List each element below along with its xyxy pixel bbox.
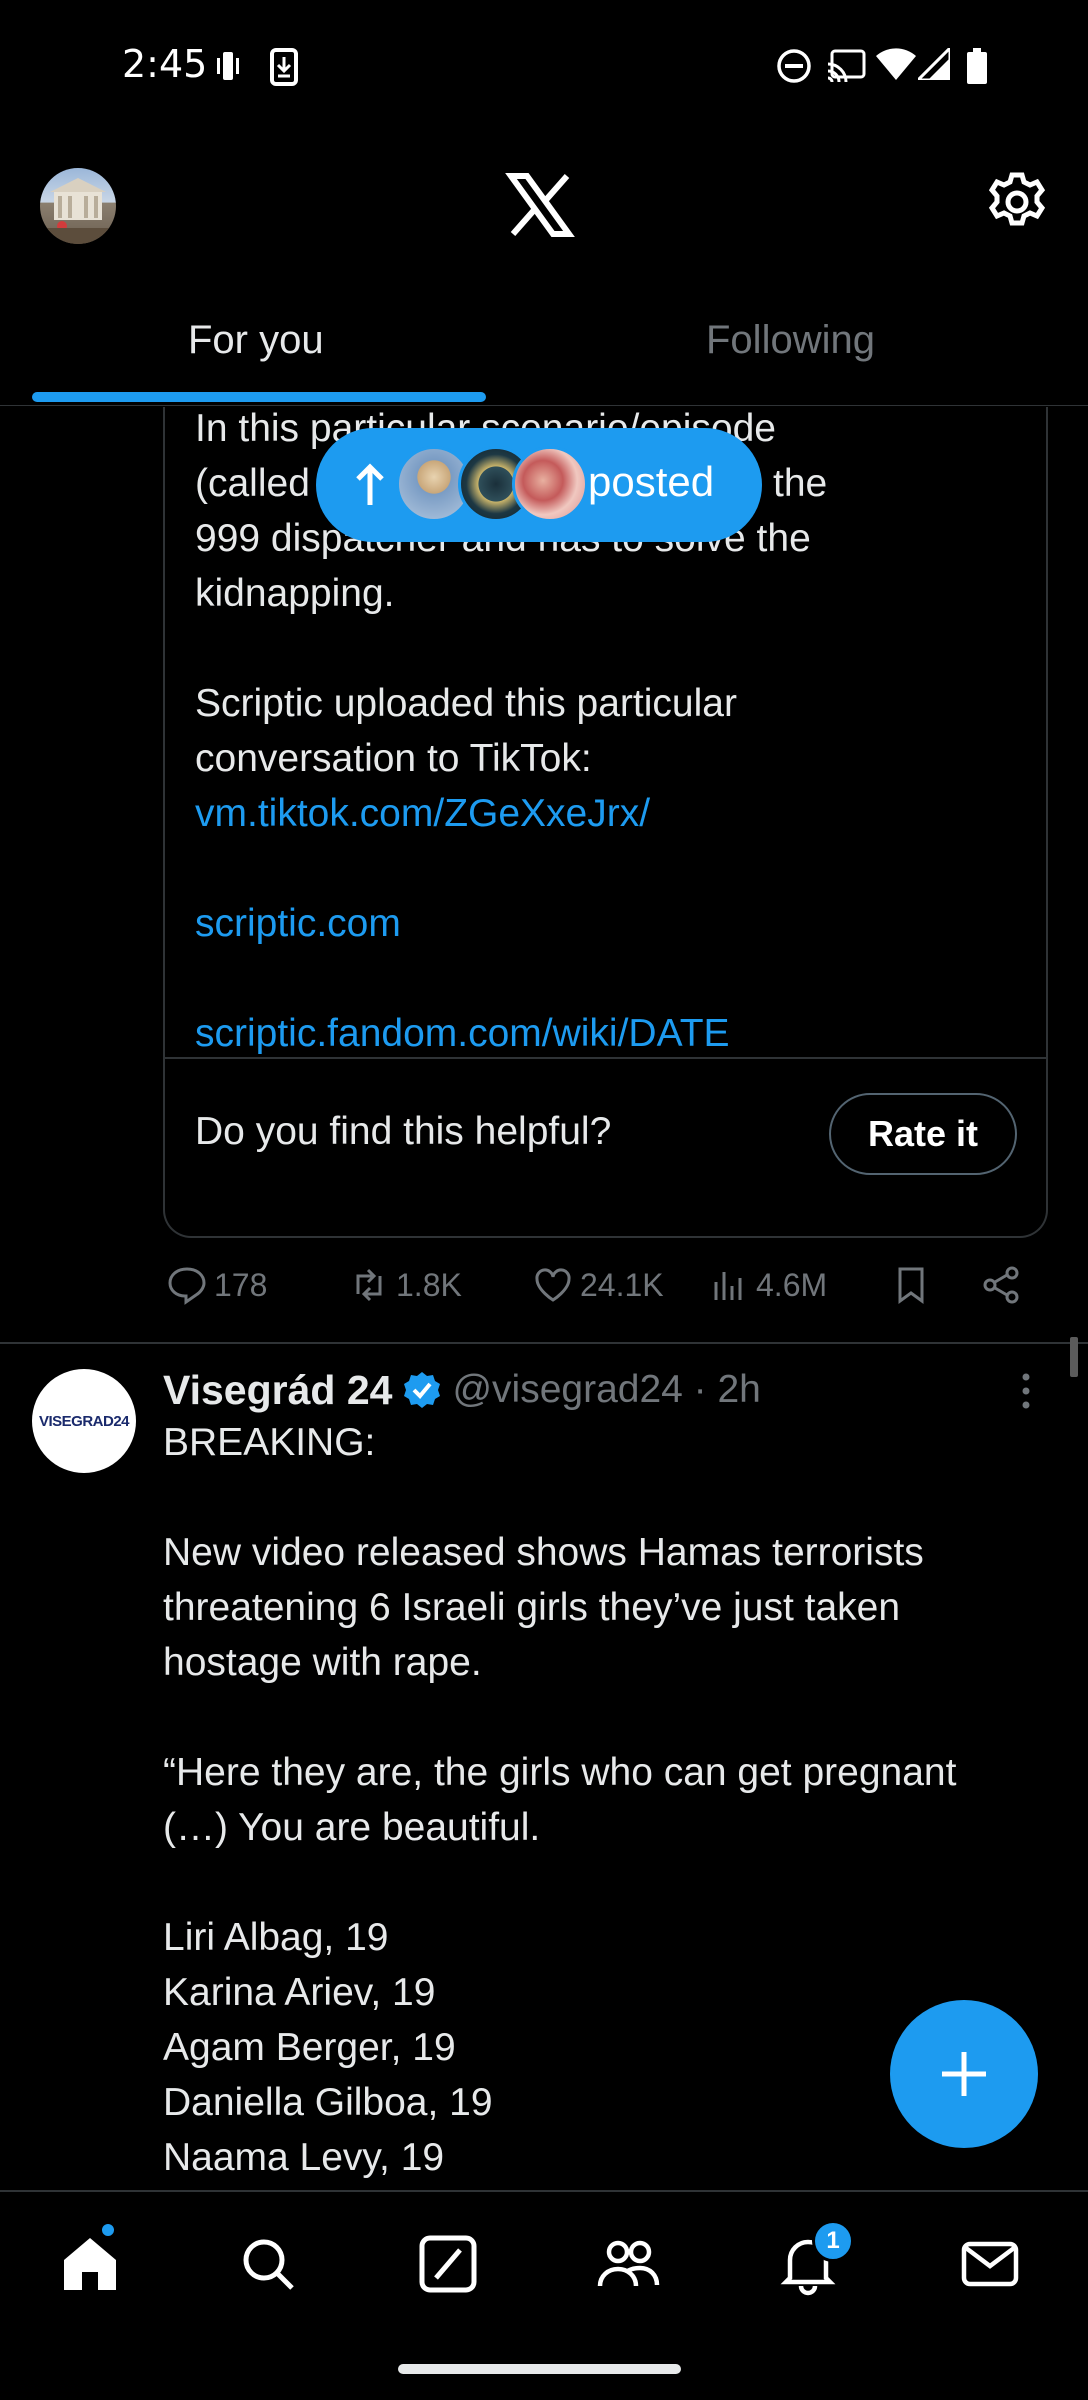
grok-icon <box>419 2235 477 2293</box>
cast-icon <box>827 49 866 82</box>
scriptic-link[interactable]: scriptic.com <box>195 902 401 945</box>
battery-icon <box>967 48 987 84</box>
communities-icon <box>597 2240 660 2287</box>
post-separator <box>0 1342 1088 1344</box>
note-line: conversation to TikTok: <box>195 737 592 780</box>
messages-icon <box>961 2241 1019 2287</box>
fandom-link[interactable]: scriptic.fandom.com/wiki/DATE <box>195 1012 730 1055</box>
bottom-navigation: 1 <box>0 2190 1088 2330</box>
plus-icon <box>942 2052 986 2096</box>
reply-count: 178 <box>214 1266 268 1303</box>
like-count: 24.1K <box>580 1266 664 1303</box>
avatar-text: VISEGRAD24 <box>38 1412 130 1430</box>
views-button[interactable]: 4.6M <box>708 1255 827 1315</box>
view-count: 4.6M <box>756 1266 828 1303</box>
post-line: (…) You are beautiful. <box>163 1806 541 1849</box>
note-line: Scriptic uploaded this particular <box>195 682 737 725</box>
note-divider <box>165 1057 1046 1059</box>
download-icon <box>270 48 298 86</box>
x-logo[interactable] <box>505 170 575 240</box>
reply-icon <box>168 1267 206 1305</box>
visegrad-avatar[interactable]: VISEGRAD24 <box>32 1369 136 1473</box>
active-tab-indicator <box>32 392 486 402</box>
post-header: Visegrád 24 @visegrad24 · 2h <box>163 1361 761 1419</box>
nav-grok[interactable] <box>416 2232 480 2296</box>
share-icon <box>983 1266 1019 1304</box>
heart-icon <box>535 1268 571 1302</box>
tab-following[interactable]: Following <box>706 318 875 363</box>
note-line: kidnapping. <box>195 572 395 615</box>
post-line: “Here they are, the girls who can get pr… <box>163 1751 957 1794</box>
nav-messages[interactable] <box>958 2232 1022 2296</box>
arrow-up-icon <box>356 463 384 505</box>
poster-avatar <box>512 446 588 522</box>
helpful-prompt: Do you find this helpful? <box>195 1110 612 1153</box>
signal-icon <box>918 48 950 80</box>
post-line: Liri Albag, 19 <box>163 1916 389 1959</box>
like-button[interactable]: 24.1K <box>532 1255 664 1315</box>
tab-for-you[interactable]: For you <box>188 318 324 363</box>
author-name[interactable]: Visegrád 24 <box>163 1367 392 1414</box>
repost-button[interactable]: 1.8K <box>348 1255 462 1315</box>
home-unread-dot <box>100 2222 116 2238</box>
post-actions: 178 1.8K 24.1K 4.6M <box>0 1255 1088 1315</box>
avatar-image <box>40 178 116 244</box>
notifications-badge: 1 <box>812 2220 854 2262</box>
pill-label: posted <box>588 458 715 505</box>
nav-home[interactable] <box>58 2232 122 2296</box>
status-time: 2:45 <box>122 42 208 86</box>
repost-icon <box>356 1268 382 1302</box>
nav-communities[interactable] <box>596 2232 660 2296</box>
tiktok-link[interactable]: vm.tiktok.com/ZGeXxeJrx/ <box>195 792 650 835</box>
gesture-home-indicator[interactable] <box>398 2364 681 2374</box>
search-icon <box>243 2239 294 2290</box>
verified-badge-icon <box>404 1372 441 1408</box>
profile-avatar[interactable] <box>40 168 116 244</box>
post-line: BREAKING: <box>163 1421 376 1464</box>
wifi-icon <box>876 48 916 80</box>
views-icon <box>714 1272 742 1300</box>
more-options-icon[interactable] <box>1016 1371 1036 1411</box>
do-not-disturb-icon <box>777 49 811 83</box>
share-button[interactable] <box>980 1255 1028 1315</box>
bookmark-icon <box>898 1267 924 1304</box>
gear-icon[interactable] <box>985 170 1049 234</box>
scrollbar[interactable] <box>1070 1337 1078 1377</box>
repost-count: 1.8K <box>396 1266 462 1303</box>
post-line: New video released shows Hamas terrorist… <box>163 1531 924 1574</box>
author-handle-time: @visegrad24 · 2h <box>452 1368 761 1411</box>
compose-post-button[interactable] <box>890 2000 1038 2148</box>
rate-it-button[interactable]: Rate it <box>829 1093 1017 1175</box>
nav-search[interactable] <box>236 2232 300 2296</box>
bookmark-button[interactable] <box>890 1255 938 1315</box>
status-bar: 2:45 <box>0 0 1088 140</box>
home-icon <box>64 2238 116 2290</box>
post-line: hostage with rape. <box>163 1641 482 1684</box>
new-posts-pill[interactable]: posted <box>316 428 762 542</box>
reply-button[interactable]: 178 <box>166 1255 267 1315</box>
vibrate-icon <box>217 52 239 80</box>
timeline-tabs: For you Following <box>0 300 1088 406</box>
post-line: threatening 6 Israeli girls they’ve just… <box>163 1586 901 1629</box>
timeline-feed[interactable]: In this particular scenario/episode (cal… <box>0 407 1088 2190</box>
